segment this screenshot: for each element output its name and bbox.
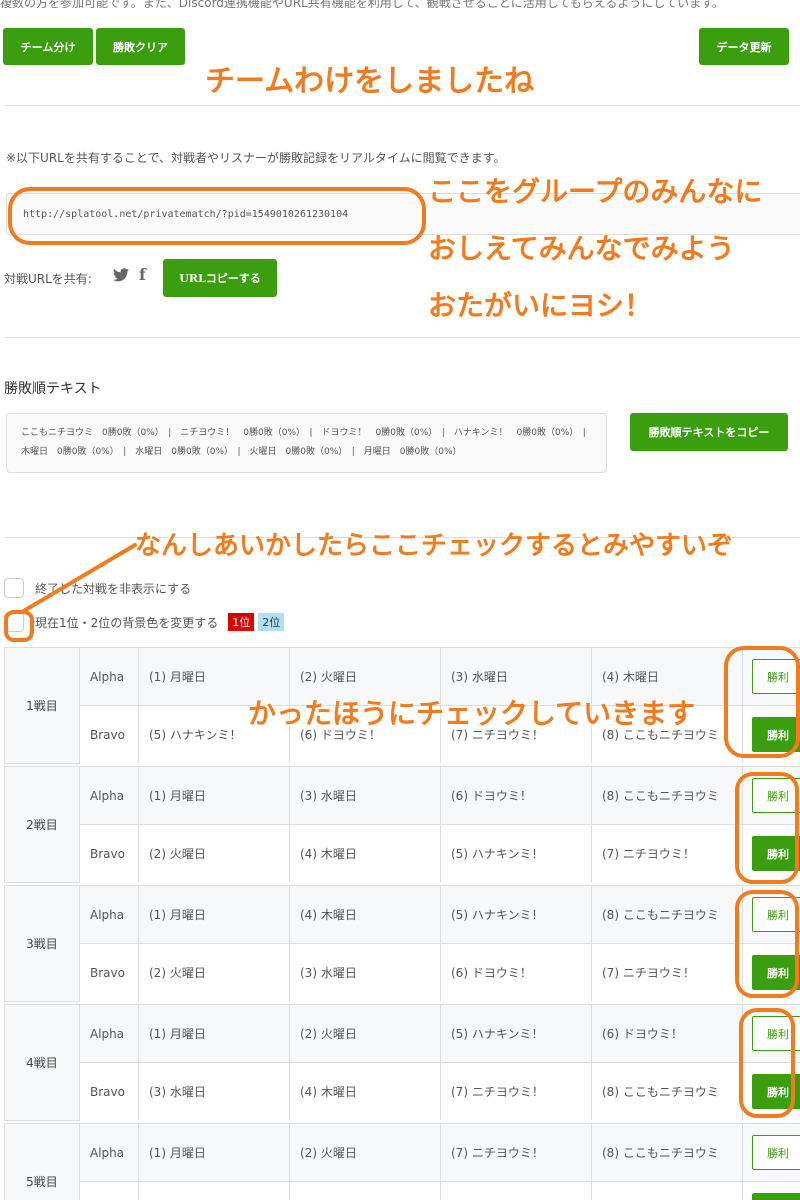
clear-results-button[interactable]: 勝敗クリア (96, 28, 185, 65)
hide-finished-checkbox[interactable] (4, 578, 24, 598)
player-cell: (8) ここもニチヨウミ (592, 886, 743, 943)
player-cell: (1) 月曜日 (139, 1005, 290, 1062)
player-cell: (5) ハナキンミ！ (441, 886, 592, 943)
annotation-team-split: チームわけをしましたね (205, 64, 535, 99)
share-label: 対戦URLを共有: (4, 272, 92, 286)
highlight-option[interactable]: 現在1位・2位の背景色を変更する 1位 2位 (4, 612, 285, 632)
team-name: Alpha (80, 648, 139, 705)
rank1-badge: 1位 (228, 613, 255, 631)
team-row-bravo: Bravo (2) 火曜日 (3) 水曜日 (6) ドヨウミ！ (7) ニチヨウミ！ 勝利 (80, 944, 800, 1002)
win-button-bravo[interactable]: 勝利 (752, 1193, 800, 1200)
share-note: ※以下URLを共有することで、対戦者やリスナーが勝敗記録をリアルタイムに閲覧でき… (6, 151, 506, 165)
player-cell: (4) 木曜日 (290, 1063, 441, 1120)
rank2-badge: 2位 (258, 613, 285, 631)
team-name: Bravo (80, 706, 139, 763)
player-cell: (6) ドヨウミ！ (441, 944, 592, 1001)
match-block: 5戦目 Alpha (1) 月曜日 (2) 火曜日 (7) ニチヨウミ！ (8) ここもニ… (4, 1123, 800, 1200)
match-block: 4戦目 Alpha (1) 月曜日 (2) 火曜日 (5) ハナキンミ！ (6) ドヨウミ… (4, 1004, 800, 1121)
win-button-bravo[interactable]: 勝利 (752, 1074, 800, 1109)
divider (4, 337, 800, 338)
player-cell: (7) ニチヨウミ！ (592, 825, 743, 882)
team-row-alpha: Alpha (1) 月曜日 (2) 火曜日 (7) ニチヨウミ！ (8) ここもニチヨウ… (80, 1124, 800, 1182)
team-row-alpha: Alpha (1) 月曜日 (3) 水曜日 (6) ドヨウミ！ (8) ここもニチヨウミ… (80, 767, 800, 825)
highlight-checkbox[interactable] (4, 612, 24, 632)
player-cell: (3) 水曜日 (290, 767, 441, 824)
player-cell (139, 1182, 290, 1200)
match-block: 2戦目 Alpha (1) 月曜日 (3) 水曜日 (6) ドヨウミ！ (8) ここもニチ… (4, 766, 800, 883)
team-name: Bravo (80, 944, 139, 1001)
player-cell: (4) 木曜日 (290, 825, 441, 882)
player-cell: (7) ニチヨウミ！ (441, 1124, 592, 1181)
team-row-bravo: Bravo 勝利 (80, 1182, 800, 1200)
annotation-share-1: ここをグループのみんなに (428, 175, 763, 208)
player-cell: (2) 火曜日 (139, 825, 290, 882)
match-block: 3戦目 Alpha (1) 月曜日 (4) 木曜日 (5) ハナキンミ！ (8) ここもニ… (4, 885, 800, 1002)
team-split-button[interactable]: チーム分け (3, 28, 93, 65)
results-title: 勝敗順テキスト (4, 381, 102, 397)
hide-finished-option[interactable]: 終了した対戦を非表示にする (4, 578, 191, 598)
player-cell: (8) ここもニチヨウミ (592, 767, 743, 824)
team-name: Alpha (80, 1005, 139, 1062)
team-row-alpha: Alpha (1) 月曜日 (2) 火曜日 (5) ハナキンミ！ (6) ドヨウミ！ 勝利 (80, 1005, 800, 1063)
team-row-bravo: Bravo (3) 水曜日 (4) 木曜日 (7) ニチヨウミ！ (8) ここもニチヨウ… (80, 1063, 800, 1121)
team-name: Bravo (80, 825, 139, 882)
player-cell: (7) ニチヨウミ！ (441, 1063, 592, 1120)
player-cell: (3) 水曜日 (290, 944, 441, 1001)
player-cell: (1) 月曜日 (139, 767, 290, 824)
win-button-alpha[interactable]: 勝利 (752, 778, 800, 813)
player-cell: (3) 水曜日 (139, 1063, 290, 1120)
team-name: Alpha (80, 767, 139, 824)
round-label: 5戦目 (5, 1124, 80, 1200)
round-label: 2戦目 (5, 767, 80, 882)
team-name: Alpha (80, 1124, 139, 1181)
hide-finished-label: 終了した対戦を非表示にする (35, 581, 192, 596)
annotation-check-hint: なんしあいかしたらここチェックするとみやすいぞ (135, 531, 734, 561)
team-name: Bravo (80, 1063, 139, 1120)
round-label: 4戦目 (5, 1005, 80, 1120)
player-cell: (6) ドヨウミ！ (592, 1005, 743, 1062)
player-cell: (1) 月曜日 (139, 1124, 290, 1181)
twitter-icon[interactable] (113, 268, 129, 286)
refresh-data-button[interactable]: データ更新 (699, 28, 789, 65)
win-button-alpha[interactable]: 勝利 (752, 1016, 800, 1051)
player-cell: (2) 火曜日 (139, 944, 290, 1001)
annotation-share-2: おしえてみんなでみよう (428, 232, 735, 265)
share-url[interactable]: http://splatool.net/privatematch/?pid=15… (23, 209, 348, 220)
intro-text: 複数の方を参加可能です。また、Discord連携機能やURL共有機能を利用して、… (0, 0, 724, 8)
player-cell: (4) 木曜日 (290, 886, 441, 943)
win-button-alpha[interactable]: 勝利 (752, 897, 800, 932)
player-cell (592, 1182, 743, 1200)
player-cell: (2) 火曜日 (290, 1124, 441, 1181)
player-cell (290, 1182, 441, 1200)
annotation-share-3: おたがいにヨシ！ (428, 289, 653, 322)
player-cell: (2) 火曜日 (290, 1005, 441, 1062)
divider (4, 105, 800, 106)
win-button-bravo[interactable]: 勝利 (752, 717, 800, 752)
player-cell: (8) ここもニチヨウミ (592, 1063, 743, 1120)
win-button-bravo[interactable]: 勝利 (752, 836, 800, 871)
team-name: Bravo (80, 1182, 139, 1200)
player-cell: (7) ニチヨウミ！ (592, 944, 743, 1001)
highlight-label: 現在1位・2位の背景色を変更する (35, 615, 219, 630)
annotation-winner-hint: かったほうにチェックしていきます (248, 697, 696, 730)
team-row-bravo: Bravo (2) 火曜日 (4) 木曜日 (5) ハナキンミ！ (7) ニチヨウミ！ 勝… (80, 825, 800, 883)
win-button-alpha[interactable]: 勝利 (752, 659, 800, 694)
player-cell: (6) ドヨウミ！ (441, 767, 592, 824)
copy-url-button[interactable]: URLコピーする (163, 259, 277, 297)
player-cell: (1) 月曜日 (139, 886, 290, 943)
facebook-icon[interactable]: f (139, 265, 146, 284)
team-row-alpha: Alpha (1) 月曜日 (4) 木曜日 (5) ハナキンミ！ (8) ここもニチヨウ… (80, 886, 800, 944)
team-name: Alpha (80, 886, 139, 943)
player-cell (441, 1182, 592, 1200)
copy-results-button[interactable]: 勝敗順テキストをコピー (630, 413, 788, 451)
round-label: 1戦目 (5, 648, 80, 763)
win-button-bravo[interactable]: 勝利 (752, 955, 800, 990)
player-cell: (5) ハナキンミ！ (441, 825, 592, 882)
player-cell: (8) ここもニチヨウミ (592, 1124, 743, 1181)
round-label: 3戦目 (5, 886, 80, 1001)
win-button-alpha[interactable]: 勝利 (752, 1135, 800, 1170)
results-text[interactable]: ここもニチヨウミ 0勝0敗（0%） | ニチヨウミ！ 0勝0敗（0%） | ドヨ… (6, 413, 607, 473)
player-cell: (5) ハナキンミ！ (441, 1005, 592, 1062)
